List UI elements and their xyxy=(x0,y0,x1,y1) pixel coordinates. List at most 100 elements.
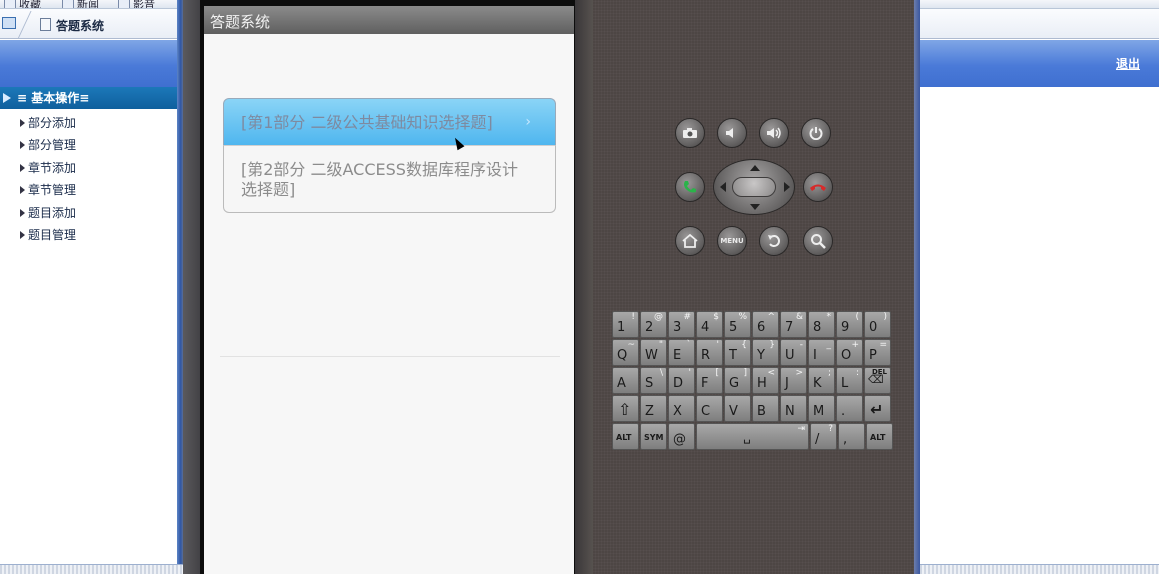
volume-down-button[interactable] xyxy=(717,118,747,148)
app-title-bar: 答题系统 xyxy=(204,6,574,34)
key[interactable]: U- xyxy=(780,339,807,366)
dpad[interactable] xyxy=(713,159,795,215)
key[interactable]: M xyxy=(808,395,835,422)
camera-icon xyxy=(683,128,697,138)
key[interactable]: Z xyxy=(640,395,667,422)
key[interactable]: 9( xyxy=(836,311,863,338)
delete-key[interactable]: DEL ⌫ xyxy=(864,367,891,394)
key[interactable]: K; xyxy=(808,367,835,394)
key[interactable]: R ' xyxy=(696,339,723,366)
key[interactable]: T{ xyxy=(724,339,751,366)
part-1-option[interactable]: [第1部分 二级公共基础知识选择题] › xyxy=(223,98,556,145)
key[interactable]: Q ~ xyxy=(612,339,639,366)
key[interactable]: 1! xyxy=(612,311,639,338)
app-title: 答题系统 xyxy=(210,13,271,31)
home-button[interactable] xyxy=(675,226,705,256)
back-icon xyxy=(768,235,780,247)
key[interactable]: F[ xyxy=(696,367,723,394)
key[interactable]: . xyxy=(836,395,863,422)
key[interactable]: I _ xyxy=(808,339,835,366)
chevron-right-icon: › xyxy=(525,114,531,130)
android-emulator: 答题系统 [第1部分 二级公共基础知识选择题] › [第2部分 二级ACCESS… xyxy=(183,0,920,574)
search-icon xyxy=(811,234,826,249)
content-area xyxy=(920,87,1159,567)
device-screen: 答题系统 [第1部分 二级公共基础知识选择题] › [第2部分 二级ACCESS… xyxy=(204,6,574,574)
dpad-center-button[interactable] xyxy=(732,177,776,197)
key[interactable]: O + xyxy=(836,339,863,366)
power-icon xyxy=(809,127,823,140)
key[interactable]: S \ xyxy=(640,367,667,394)
sidebar-item-question-manage[interactable]: 题目管理 xyxy=(20,226,76,243)
volume-up-button[interactable] xyxy=(759,118,789,148)
tab-icon: ⇥ xyxy=(797,424,805,434)
key[interactable]: X xyxy=(668,395,695,422)
toolbar-favorites[interactable]: 收藏 xyxy=(4,0,41,8)
key[interactable]: 8 * xyxy=(808,311,835,338)
key[interactable]: H < xyxy=(752,367,779,394)
shift-key[interactable]: ⇧ xyxy=(612,395,639,422)
keyboard-row-zxcv: ⇧ Z X C V B N M. ↵ xyxy=(612,395,891,422)
sym-key[interactable]: SYM xyxy=(640,423,667,450)
end-call-button[interactable] xyxy=(803,172,833,202)
menu-button[interactable]: MENU xyxy=(717,226,747,256)
sidebar-item-chapter-add[interactable]: 章节添加 xyxy=(20,159,76,176)
bullet-arrow-icon xyxy=(20,185,25,194)
comma-key[interactable]: , xyxy=(838,423,865,450)
key[interactable]: 5% xyxy=(724,311,751,338)
key[interactable]: P = xyxy=(864,339,891,366)
emulator-keyboard: 1! 2 @3 #4 $5% 6 ^ 7 & 8 * 9(0) Q ~ W " E ` R ' T{Y} U - I _ O + P… xyxy=(612,311,898,451)
alt-key-right[interactable]: ALT xyxy=(866,423,893,450)
key[interactable]: A xyxy=(612,367,639,394)
toolbar-news[interactable]: 新闻 xyxy=(62,0,99,8)
space-icon: ␣ xyxy=(743,430,751,444)
key[interactable]: 4 $ xyxy=(696,311,723,338)
part-2-option[interactable]: [第2部分 二级ACCESS数据库程序设计 选择题] xyxy=(223,145,556,213)
media-icon xyxy=(118,0,130,8)
dpad-left-icon[interactable] xyxy=(720,182,726,192)
tab-list-icon[interactable] xyxy=(2,17,16,29)
key[interactable]: 0) xyxy=(864,311,891,338)
key[interactable]: B xyxy=(752,395,779,422)
alt-key-left[interactable]: ALT xyxy=(612,423,639,450)
key[interactable]: D ' xyxy=(668,367,695,394)
key[interactable]: C xyxy=(696,395,723,422)
at-key[interactable]: @ xyxy=(668,423,695,450)
key[interactable]: 7 & xyxy=(780,311,807,338)
dpad-down-icon[interactable] xyxy=(750,204,760,210)
key[interactable]: G] xyxy=(724,367,751,394)
logout-link[interactable]: 退出 xyxy=(1116,55,1140,72)
enter-key[interactable]: ↵ xyxy=(864,395,891,422)
bullet-arrow-icon xyxy=(20,208,25,217)
key[interactable]: J > xyxy=(780,367,807,394)
end-call-icon xyxy=(810,184,826,191)
power-button[interactable] xyxy=(801,118,831,148)
sidebar-item-section-add[interactable]: 部分添加 xyxy=(20,114,76,131)
home-icon xyxy=(682,234,698,248)
key[interactable]: 2 @ xyxy=(640,311,667,338)
sidebar-item-section-manage[interactable]: 部分管理 xyxy=(20,136,76,153)
sidebar-item-chapter-manage[interactable]: 章节管理 xyxy=(20,181,76,198)
camera-button[interactable] xyxy=(675,118,705,148)
key[interactable]: V xyxy=(724,395,751,422)
tab-title[interactable]: 答题系统 xyxy=(56,17,104,34)
keyboard-row-asdf: A S \ D ' F[G] H < J > K; L: DEL ⌫ xyxy=(612,367,891,394)
key[interactable]: N xyxy=(780,395,807,422)
space-key[interactable]: ␣ ⇥ xyxy=(696,423,809,450)
search-button[interactable] xyxy=(803,226,833,256)
page-icon xyxy=(40,18,51,31)
key[interactable]: E ` xyxy=(668,339,695,366)
volume-down-icon xyxy=(726,128,733,138)
toolbar-media[interactable]: 影音 xyxy=(118,0,155,8)
slash-key[interactable]: /? xyxy=(810,423,837,450)
key[interactable]: Y} xyxy=(752,339,779,366)
sidebar-item-question-add[interactable]: 题目添加 xyxy=(20,204,76,221)
back-button[interactable] xyxy=(759,226,789,256)
key[interactable]: L: xyxy=(836,367,863,394)
sidebar-header[interactable]: ≡ 基本操作≡ xyxy=(0,87,177,109)
key[interactable]: 6 ^ xyxy=(752,311,779,338)
key[interactable]: 3 # xyxy=(668,311,695,338)
call-button[interactable] xyxy=(675,172,705,202)
dpad-right-icon[interactable] xyxy=(784,182,790,192)
key[interactable]: W " xyxy=(640,339,667,366)
dpad-up-icon[interactable] xyxy=(750,165,760,171)
